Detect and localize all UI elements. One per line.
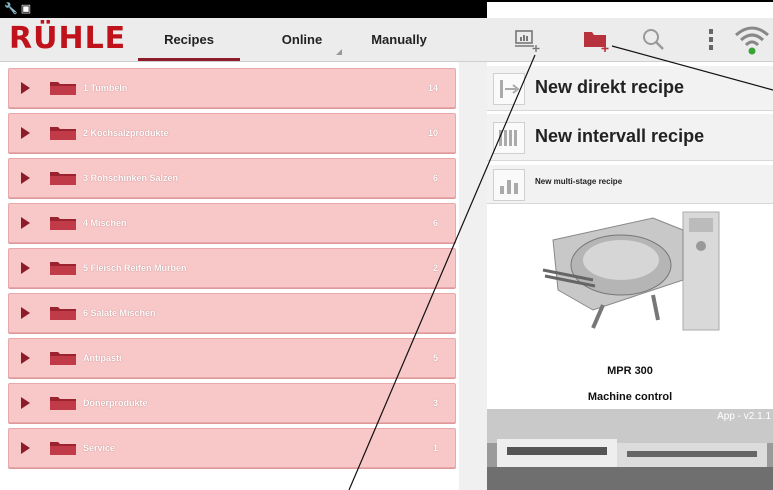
expand-arrow-icon[interactable]	[21, 307, 30, 319]
expand-arrow-icon[interactable]	[21, 442, 30, 454]
company-building-photo: App - v2.1.1	[487, 409, 773, 490]
folder-count: 1	[432, 443, 438, 453]
add-chart-icon[interactable]	[512, 27, 542, 53]
list-item[interactable]: 2 Kochsalzprodukte 10	[8, 113, 456, 153]
folder-count: 5	[432, 353, 438, 363]
folder-count: 10	[427, 128, 438, 138]
status-bar: 🔧 ▣ ✆ 36% ▮ 09:41	[0, 0, 773, 430]
tab-online[interactable]: Online	[258, 18, 346, 61]
folder-name: 2 Kochsalzprodukte	[83, 128, 169, 138]
folder-icon	[50, 217, 76, 230]
list-item[interactable]: Antipasti 5	[8, 338, 456, 378]
new-direct-recipe-label: New direkt recipe	[535, 77, 685, 97]
wifi-icon	[735, 26, 769, 55]
folder-icon	[50, 442, 76, 455]
interval-recipe-icon	[493, 122, 525, 154]
new-interval-recipe-button[interactable]: New intervall recipe	[487, 114, 773, 161]
tab-online-label: Online	[281, 32, 323, 47]
new-multi-stage-recipe-label: New multi-stage recipe	[535, 177, 623, 186]
list-item[interactable]: 3 Rohschinken Salzen 6	[8, 158, 456, 198]
expand-arrow-icon[interactable]	[21, 397, 30, 409]
folder-name: 1 Tumbeln	[83, 83, 128, 93]
dropdown-corner-icon	[336, 49, 342, 55]
app-bar: RÜHLE Recipes Online Manually	[0, 18, 773, 62]
list-item[interactable]: 6 Salate Mischen	[8, 293, 456, 333]
folder-name: Service	[83, 443, 116, 453]
logo-text: RÜHLE	[9, 21, 127, 56]
right-panel: New direkt recipe New intervall recipe N…	[487, 62, 773, 490]
folder-name: Dönerprodukte	[83, 398, 148, 408]
folder-name: 3 Rohschinken Salzen	[83, 173, 179, 183]
search-icon[interactable]	[640, 27, 668, 53]
expand-arrow-icon[interactable]	[21, 172, 30, 184]
tab-recipes[interactable]: Recipes	[138, 18, 240, 61]
list-item[interactable]: 1 Tumbeln 14	[8, 68, 456, 108]
folder-name: Antipasti	[83, 353, 122, 363]
list-item[interactable]: Dönerprodukte 3	[8, 383, 456, 423]
expand-arrow-icon[interactable]	[21, 217, 30, 229]
machine-model: MPR 300	[607, 365, 653, 377]
tab-manually[interactable]: Manually	[350, 18, 448, 61]
new-direct-recipe-button[interactable]: New direkt recipe	[487, 66, 773, 111]
expand-arrow-icon[interactable]	[21, 262, 30, 274]
machine-image	[542, 211, 720, 331]
new-multi-stage-recipe-button[interactable]: New multi-stage recipe	[487, 165, 773, 204]
ruehle-logo: RÜHLE	[9, 24, 134, 54]
recipe-folder-list: 1 Tumbeln 14 2 Kochsalzprodukte 10 3 Roh…	[0, 62, 458, 490]
machine-control-label: Machine control	[587, 391, 673, 403]
folder-icon	[50, 127, 76, 140]
list-item[interactable]: 4 Mischen 6	[8, 203, 456, 243]
folder-count: 2	[432, 263, 438, 273]
folder-count: 3	[432, 398, 438, 408]
folder-icon	[50, 82, 76, 95]
new-interval-recipe-label: New intervall recipe	[535, 126, 705, 146]
overflow-menu-icon[interactable]	[705, 27, 717, 53]
folder-icon	[50, 397, 76, 410]
folder-icon	[50, 352, 76, 365]
folder-count: 14	[427, 83, 438, 93]
multi-stage-recipe-icon	[493, 169, 525, 201]
expand-arrow-icon[interactable]	[21, 127, 30, 139]
folder-icon	[50, 172, 76, 185]
folder-name: 6 Salate Mischen	[83, 308, 156, 318]
direct-recipe-icon	[493, 73, 525, 105]
panel-divider	[459, 62, 487, 490]
list-item[interactable]: 5 Fleisch Reifen Mürben 2	[8, 248, 456, 288]
add-folder-icon[interactable]	[582, 27, 612, 53]
folder-count: 6	[432, 173, 438, 183]
folder-name: 5 Fleisch Reifen Mürben	[83, 263, 187, 273]
status-left-icons: 🔧 ▣	[4, 3, 32, 15]
folder-icon	[50, 307, 76, 320]
expand-arrow-icon[interactable]	[21, 352, 30, 364]
list-item[interactable]: Service 1	[8, 428, 456, 468]
folder-icon	[50, 262, 76, 275]
expand-arrow-icon[interactable]	[21, 82, 30, 94]
folder-name: 4 Mischen	[83, 218, 127, 228]
app-version: App - v2.1.1	[717, 411, 771, 422]
folder-count: 6	[432, 218, 438, 228]
